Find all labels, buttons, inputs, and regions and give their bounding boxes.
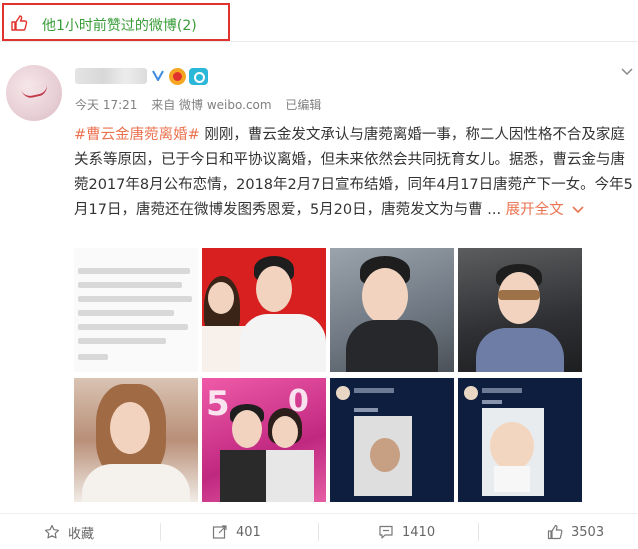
favorite-label: 收藏: [68, 526, 95, 542]
image-thumbnail[interactable]: [74, 248, 198, 372]
liked-header-text[interactable]: 他1小时前赞过的微博(2): [42, 15, 197, 35]
image-thumbnail[interactable]: [458, 378, 582, 502]
chevron-down-icon[interactable]: [620, 65, 634, 79]
action-divider: [478, 523, 479, 541]
image-thumbnail[interactable]: [330, 378, 454, 502]
image-thumbnail[interactable]: 5 0: [202, 378, 326, 502]
repost-icon: [212, 525, 227, 539]
post-time[interactable]: 今天 17:21: [75, 98, 137, 112]
thumbs-up-icon: [547, 524, 563, 540]
post-body: #曹云金唐菀离婚# 刚刚，曹云金发文承认与唐菀离婚一事，称二人因性格不合及家庭关…: [74, 123, 636, 223]
repost-button[interactable]: 401: [212, 514, 261, 549]
star-icon: [44, 524, 60, 539]
post-edited: 已编辑: [285, 98, 322, 112]
like-button[interactable]: 3503: [547, 514, 604, 549]
image-grid: 5 0: [74, 248, 630, 502]
liked-header-bar: 他1小时前赞过的微博(2): [0, 0, 638, 42]
camera-badge-icon[interactable]: [189, 68, 208, 85]
comment-count: 1410: [402, 524, 436, 540]
avatar[interactable]: [6, 65, 62, 121]
verified-icon: [152, 70, 164, 81]
post-source[interactable]: 来自 微博 weibo.com: [151, 98, 271, 112]
comment-button[interactable]: 1410: [378, 514, 435, 549]
expand-full-text-link[interactable]: 展开全文: [506, 202, 564, 218]
comment-icon: [379, 525, 393, 539]
action-divider: [160, 523, 161, 541]
post-meta: 今天 17:21 来自 微博 weibo.com 已编辑: [75, 96, 331, 113]
liked-header-highlight: 他1小时前赞过的微博(2): [2, 3, 230, 41]
repost-count: 401: [236, 524, 261, 540]
action-divider: [318, 523, 319, 541]
like-count: 3503: [571, 524, 605, 540]
username-blurred[interactable]: [75, 68, 147, 84]
weibo-post-card: 今天 17:21 来自 微博 weibo.com 已编辑 #曹云金唐菀离婚# 刚…: [0, 43, 638, 549]
thumbs-up-icon: [11, 15, 28, 31]
chevron-down-icon[interactable]: [572, 205, 584, 215]
hashtag-link[interactable]: #曹云金唐菀离婚#: [74, 127, 200, 143]
member-badge-icon[interactable]: [169, 68, 186, 85]
image-thumbnail[interactable]: [74, 378, 198, 502]
image-thumbnail[interactable]: [202, 248, 326, 372]
favorite-button[interactable]: 收藏: [44, 514, 94, 549]
post-action-bar: 收藏 401 1410 3503: [0, 513, 638, 549]
image-thumbnail[interactable]: [458, 248, 582, 372]
image-thumbnail[interactable]: [330, 248, 454, 372]
